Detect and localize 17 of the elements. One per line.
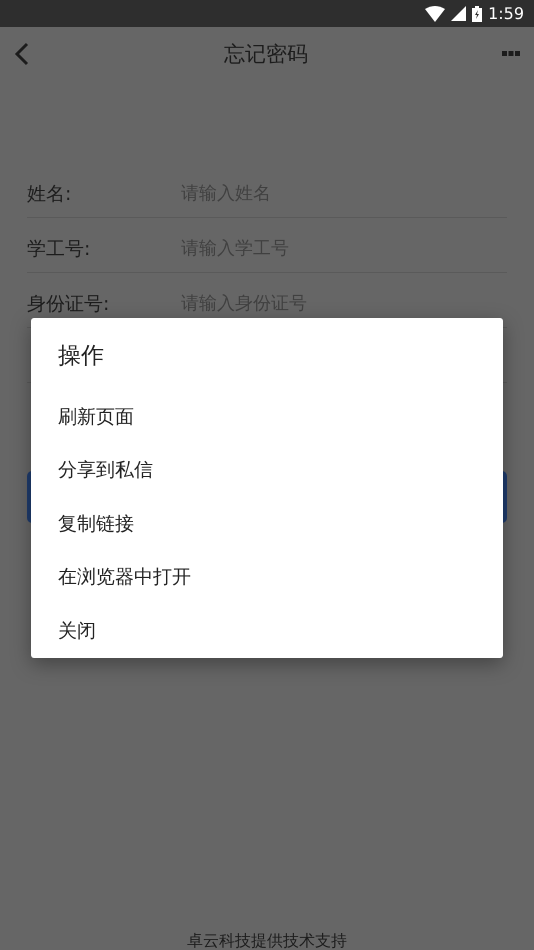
battery-icon [472, 6, 482, 22]
back-icon[interactable] [14, 42, 30, 66]
menu-item[interactable]: 在浏览器中打开 [31, 550, 503, 603]
menu-item[interactable]: 刷新页面 [31, 389, 503, 442]
dialog-title: 操作 [57, 342, 105, 371]
wifi-icon [425, 6, 446, 22]
field-label: 身份证号: [27, 293, 110, 315]
menu-item[interactable]: 关闭 [31, 603, 503, 656]
footer-text: 卓云科技提供技术支持 [186, 930, 348, 950]
more-icon[interactable] [502, 51, 520, 57]
menu-item[interactable]: 复制链接 [31, 496, 503, 550]
menu-item[interactable]: 分享到私信 [31, 442, 503, 496]
field-label: 学工号: [27, 238, 92, 260]
signal-icon [451, 6, 466, 21]
status-time: 1:59 [488, 4, 524, 23]
field-label: 姓名: [27, 183, 72, 205]
page-title: 忘记密码 [224, 41, 308, 68]
